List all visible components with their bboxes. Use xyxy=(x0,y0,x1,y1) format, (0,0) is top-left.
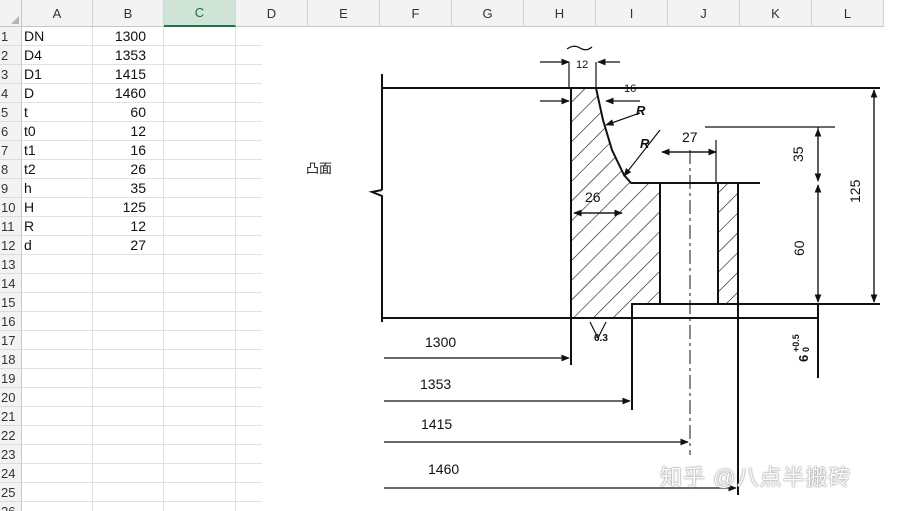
row-header-20[interactable]: 20 xyxy=(0,388,22,407)
dim-125: 125 xyxy=(847,179,863,203)
dim-1460: 1460 xyxy=(428,461,459,477)
column-header-e[interactable]: E xyxy=(308,0,380,27)
cell-b6[interactable]: 12 xyxy=(94,122,164,141)
cell-b9[interactable]: 35 xyxy=(94,179,164,198)
cell-b3[interactable]: 1415 xyxy=(94,65,164,84)
dim-tol-base: 6 xyxy=(796,355,811,362)
row-header-16[interactable]: 16 xyxy=(0,312,22,331)
gridline-horizontal xyxy=(22,330,262,331)
cell-b1[interactable]: 1300 xyxy=(94,27,164,46)
row-header-6[interactable]: 6 xyxy=(0,122,22,141)
roughness-value: 6.3 xyxy=(594,333,608,344)
dim-tol-upper: +0.5 xyxy=(791,334,801,352)
row-header-26[interactable]: 26 xyxy=(0,502,22,511)
face-label: 凸面 xyxy=(306,161,332,176)
row-header-24[interactable]: 24 xyxy=(0,464,22,483)
cell-a10[interactable]: H xyxy=(23,198,93,217)
column-header-b[interactable]: B xyxy=(93,0,164,27)
dim-35: 35 xyxy=(790,146,806,162)
dim-tol-lower: 0 xyxy=(801,347,811,352)
cell-b4[interactable]: 1460 xyxy=(94,84,164,103)
cell-b10[interactable]: 125 xyxy=(94,198,164,217)
gridline-horizontal xyxy=(22,387,262,388)
column-header-h[interactable]: H xyxy=(524,0,596,27)
cell-b8[interactable]: 26 xyxy=(94,160,164,179)
select-all-corner[interactable] xyxy=(0,0,22,27)
row-header-21[interactable]: 21 xyxy=(0,407,22,426)
cell-a7[interactable]: t1 xyxy=(23,141,93,160)
row-header-11[interactable]: 11 xyxy=(0,217,22,236)
column-header-f[interactable]: F xyxy=(380,0,452,27)
cell-a6[interactable]: t0 xyxy=(23,122,93,141)
dim-12: 12 xyxy=(576,59,588,71)
row-header-12[interactable]: 12 xyxy=(0,236,22,255)
tilde-mark xyxy=(566,45,593,51)
cell-a9[interactable]: h xyxy=(23,179,93,198)
column-header-i[interactable]: I xyxy=(596,0,668,27)
watermark: 知乎 @八点半搬砖 xyxy=(660,465,852,490)
cell-a8[interactable]: t2 xyxy=(23,160,93,179)
cell-b7[interactable]: 16 xyxy=(94,141,164,160)
row-header-23[interactable]: 23 xyxy=(0,445,22,464)
dim-27: 27 xyxy=(682,129,698,145)
gridline-horizontal xyxy=(22,444,262,445)
gridline-vertical xyxy=(235,27,236,511)
row-header-13[interactable]: 13 xyxy=(0,255,22,274)
gridline-horizontal xyxy=(22,406,262,407)
column-header-c[interactable]: C xyxy=(164,0,236,27)
cell-b12[interactable]: 27 xyxy=(94,236,164,255)
cell-a3[interactable]: D1 xyxy=(23,65,93,84)
row-header-14[interactable]: 14 xyxy=(0,274,22,293)
gridline-horizontal xyxy=(22,482,262,483)
flange-drawing[interactable]: 凸面 12 16 R R 27 26 35 60 125 6 +0.5 0 6.… xyxy=(262,27,903,511)
row-header-18[interactable]: 18 xyxy=(0,350,22,369)
gridline-horizontal xyxy=(22,311,262,312)
gridline-horizontal xyxy=(22,368,262,369)
row-header-25[interactable]: 25 xyxy=(0,483,22,502)
dim-16: 16 xyxy=(624,83,636,95)
column-header-k[interactable]: K xyxy=(740,0,812,27)
dim-r-top: R xyxy=(636,103,646,118)
gridline-horizontal xyxy=(22,425,262,426)
row-header-15[interactable]: 15 xyxy=(0,293,22,312)
row-header-2[interactable]: 2 xyxy=(0,46,22,65)
row-header-9[interactable]: 9 xyxy=(0,179,22,198)
cell-a11[interactable]: R xyxy=(23,217,93,236)
cell-a2[interactable]: D4 xyxy=(23,46,93,65)
row-header-5[interactable]: 5 xyxy=(0,103,22,122)
column-header-j[interactable]: J xyxy=(668,0,740,27)
gridline-horizontal xyxy=(22,292,262,293)
row-header-3[interactable]: 3 xyxy=(0,65,22,84)
column-header-a[interactable]: A xyxy=(22,0,93,27)
column-header-d[interactable]: D xyxy=(236,0,308,27)
dim-1353: 1353 xyxy=(420,376,451,392)
cell-b2[interactable]: 1353 xyxy=(94,46,164,65)
row-header-1[interactable]: 1 xyxy=(0,27,22,46)
column-header-g[interactable]: G xyxy=(452,0,524,27)
column-header-l[interactable]: L xyxy=(812,0,884,27)
row-header-4[interactable]: 4 xyxy=(0,84,22,103)
spreadsheet: ABCDEFGHIJKL 1 2 3 4 5 6 7 8 9 10 11 12 13 14 15 16 17 18… xyxy=(0,0,903,511)
gridline-horizontal xyxy=(22,273,262,274)
dim-60: 60 xyxy=(791,240,807,256)
row-header-19[interactable]: 19 xyxy=(0,369,22,388)
gridline-horizontal xyxy=(22,463,262,464)
row-header-10[interactable]: 10 xyxy=(0,198,22,217)
cell-b11[interactable]: 12 xyxy=(94,217,164,236)
cell-a1[interactable]: DN xyxy=(23,27,93,46)
gridline-horizontal xyxy=(22,501,262,502)
dim-1300: 1300 xyxy=(425,334,456,350)
cell-a12[interactable]: d xyxy=(23,236,93,255)
row-header-8[interactable]: 8 xyxy=(0,160,22,179)
row-header-22[interactable]: 22 xyxy=(0,426,22,445)
cell-a4[interactable]: D xyxy=(23,84,93,103)
cell-a5[interactable]: t xyxy=(23,103,93,122)
dim-r-mid: R xyxy=(640,136,650,151)
dim-26: 26 xyxy=(585,189,601,205)
cell-b5[interactable]: 60 xyxy=(94,103,164,122)
row-header-7[interactable]: 7 xyxy=(0,141,22,160)
row-header-17[interactable]: 17 xyxy=(0,331,22,350)
gridline-horizontal xyxy=(22,349,262,350)
dim-1415: 1415 xyxy=(421,416,452,432)
